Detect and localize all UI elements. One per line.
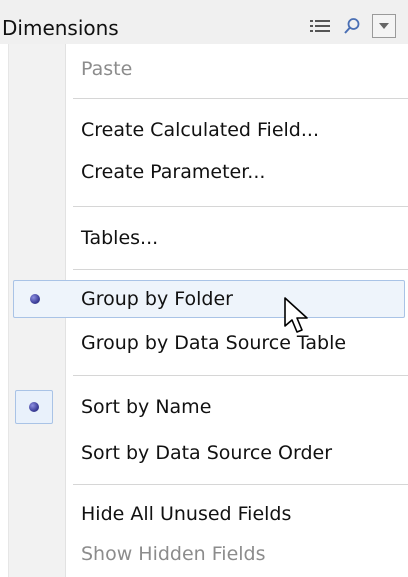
radio-check-indicator (16, 282, 54, 316)
menu-item-group-by-data-source-table[interactable]: Group by Data Source Table (9, 324, 408, 362)
list-view-icon[interactable] (308, 14, 332, 38)
menu-item-label: Hide All Unused Fields (81, 503, 292, 525)
menu-item-group-by-folder[interactable]: Group by Folder (13, 280, 405, 318)
menu-item-label: Tables... (81, 227, 159, 249)
menu-item-hide-all-unused-fields[interactable]: Hide All Unused Fields (9, 495, 408, 533)
menu-item-label: Paste (81, 58, 133, 80)
chevron-down-icon (379, 23, 389, 29)
menu-separator (73, 484, 408, 485)
menu-item-show-hidden-fields[interactable]: Show Hidden Fields (9, 535, 408, 573)
panel-menu-dropdown-button[interactable] (372, 14, 396, 38)
dimensions-panel: Dimensions Paste Create Calculated Field… (0, 0, 408, 577)
menu-item-sort-by-name[interactable]: Sort by Name (9, 388, 408, 426)
menu-item-sort-by-data-source-order[interactable]: Sort by Data Source Order (9, 434, 408, 472)
header-toolbar (308, 12, 396, 40)
radio-dot-icon (29, 402, 39, 412)
panel-title: Dimensions (2, 16, 119, 40)
menu-item-label: Show Hidden Fields (81, 543, 266, 565)
menu-item-label: Create Calculated Field... (81, 119, 319, 141)
search-icon[interactable] (340, 14, 364, 38)
radio-check-indicator (15, 390, 53, 424)
context-menu: Paste Create Calculated Field... Create … (8, 44, 408, 577)
menu-separator (73, 98, 408, 99)
menu-item-paste[interactable]: Paste (9, 50, 408, 88)
mouse-pointer-icon (284, 297, 308, 333)
menu-separator (73, 206, 408, 207)
menu-separator (73, 375, 408, 376)
menu-item-create-calculated-field[interactable]: Create Calculated Field... (9, 111, 408, 149)
radio-dot-icon (30, 294, 40, 304)
menu-item-label: Create Parameter... (81, 161, 266, 183)
menu-item-tables[interactable]: Tables... (9, 219, 408, 257)
dimensions-header: Dimensions (0, 0, 408, 44)
menu-separator (73, 269, 408, 270)
menu-item-create-parameter[interactable]: Create Parameter... (9, 153, 408, 191)
menu-item-label: Group by Folder (81, 288, 233, 310)
menu-item-label: Sort by Data Source Order (81, 442, 333, 464)
menu-item-label: Sort by Name (81, 396, 212, 418)
